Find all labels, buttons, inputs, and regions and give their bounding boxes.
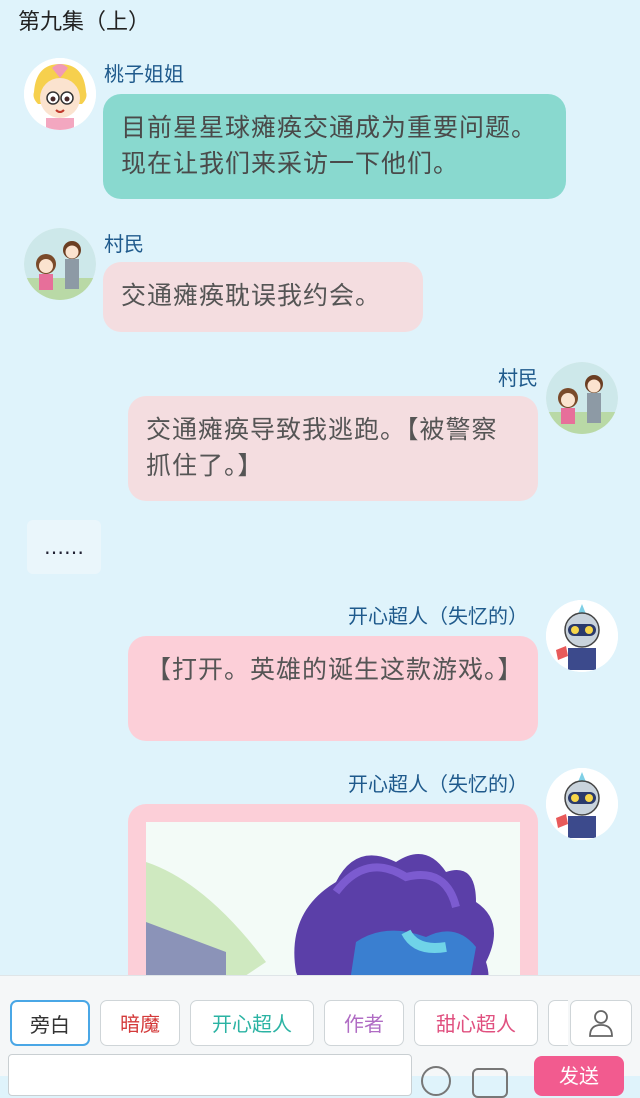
- robot-hero-avatar-icon[interactable]: [546, 600, 618, 672]
- couple-avatar-icon[interactable]: [546, 362, 618, 434]
- robot-hero-avatar-icon[interactable]: [546, 768, 618, 840]
- chapter-title: 第九集（上）: [18, 10, 151, 35]
- add-media-icon[interactable]: [472, 1068, 508, 1098]
- role-button-happy-superman[interactable]: 开心超人: [190, 1000, 314, 1046]
- message-bubble[interactable]: 交通瘫痪导致我逃跑。【被警察抓住了。】: [128, 396, 538, 501]
- emoji-icon[interactable]: [421, 1066, 451, 1096]
- message-bubble[interactable]: 【打开。英雄的诞生这款游戏。】: [128, 636, 538, 741]
- send-button[interactable]: 发送: [534, 1056, 624, 1096]
- sender-name: 开心超人（失忆的）: [348, 772, 528, 796]
- narration-bubble[interactable]: ……: [27, 520, 101, 574]
- message-bubble[interactable]: 交通瘫痪耽误我约会。: [103, 262, 423, 332]
- sender-name: 开心超人（失忆的）: [348, 604, 528, 628]
- role-button-anmo[interactable]: 暗魔: [100, 1000, 180, 1046]
- person-icon[interactable]: [570, 1000, 632, 1046]
- role-button-narrator[interactable]: 旁白: [10, 1000, 90, 1046]
- sender-name: 桃子姐姐: [104, 62, 184, 86]
- sender-name: 村民: [104, 232, 144, 256]
- role-button-sweet-superman[interactable]: 甜心超人: [414, 1000, 538, 1046]
- sender-name: 村民: [498, 366, 538, 390]
- peach-girl-avatar-icon[interactable]: [24, 58, 96, 130]
- role-button-more[interactable]: [548, 1000, 568, 1046]
- couple-avatar-icon[interactable]: [24, 228, 96, 300]
- message-input[interactable]: [8, 1054, 412, 1096]
- role-button-author[interactable]: 作者: [324, 1000, 404, 1046]
- message-bubble[interactable]: 目前星星球瘫痪交通成为重要问题。现在让我们来采访一下他们。: [103, 94, 566, 199]
